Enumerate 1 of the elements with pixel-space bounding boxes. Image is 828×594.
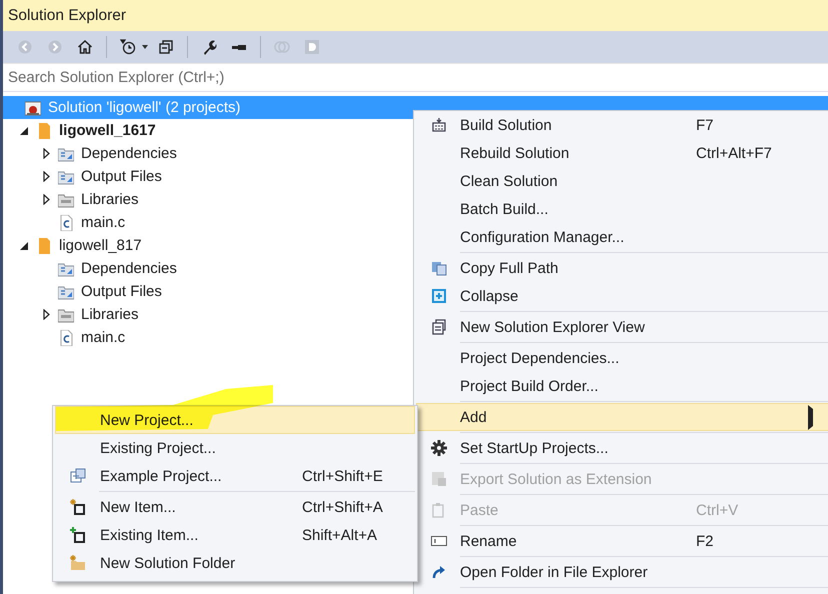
window-title: Solution Explorer bbox=[3, 0, 828, 31]
